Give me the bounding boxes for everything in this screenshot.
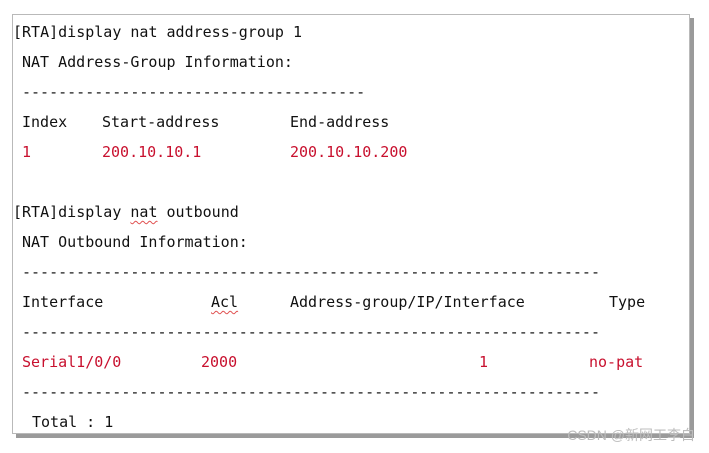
section-title-outbound: NAT Outbound Information:: [22, 233, 248, 251]
separator: ----------------------------------------…: [22, 323, 600, 341]
total-line: Total : 1: [32, 413, 114, 431]
command-line-1: [RTA]display nat address-group 1: [13, 23, 302, 41]
column-header-start-address: Start-address: [102, 113, 220, 131]
separator: ----------------------------------------…: [22, 263, 600, 281]
prompt: [RTA]: [13, 23, 59, 41]
separator: --------------------------------------: [22, 83, 366, 101]
command-text-nat: nat: [130, 203, 158, 221]
column-header-interface: Interface: [22, 293, 104, 311]
column-header-index: Index: [22, 113, 68, 131]
column-header-type: Type: [609, 293, 646, 311]
cell-interface: Serial1/0/0: [22, 353, 122, 371]
cell-end-address: 200.10.10.200: [290, 143, 408, 161]
cell-start-address: 200.10.10.1: [102, 143, 202, 161]
cell-type: no-pat: [589, 353, 644, 371]
command-text-pre: display: [58, 203, 131, 221]
command-line-2: [RTA]display nat outbound: [13, 203, 239, 221]
prompt: [RTA]: [13, 203, 59, 221]
column-header-acl: Acl: [211, 293, 239, 311]
command-text: display nat address-group 1: [58, 23, 302, 41]
cell-index: 1: [22, 143, 32, 161]
cell-acl: 2000: [201, 353, 238, 371]
section-title-address-group: NAT Address-Group Information:: [22, 53, 293, 71]
column-header-address-group: Address-group/IP/Interface: [290, 293, 525, 311]
watermark: CSDN @新网工李白: [567, 427, 695, 443]
terminal-output-panel: [RTA]display nat address-group 1 NAT Add…: [12, 14, 690, 434]
cell-address-group: 1: [479, 353, 489, 371]
separator: ----------------------------------------…: [22, 383, 600, 401]
command-text-post: outbound: [157, 203, 239, 221]
column-header-end-address: End-address: [290, 113, 390, 131]
